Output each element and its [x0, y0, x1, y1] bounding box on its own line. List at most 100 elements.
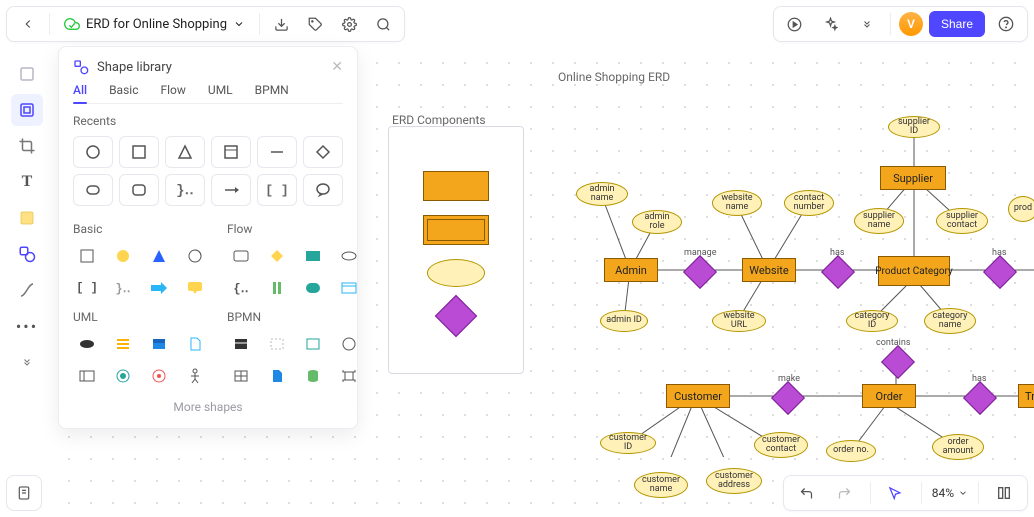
attr-customer-name[interactable]: customer name: [634, 472, 688, 498]
entity-website[interactable]: Website: [742, 258, 796, 282]
attr-category-id[interactable]: category ID: [846, 310, 898, 332]
tool-template[interactable]: [11, 58, 43, 90]
tool-sticky[interactable]: [11, 202, 43, 234]
attr-customer-id[interactable]: customer ID: [600, 432, 656, 454]
undo-button[interactable]: [792, 478, 822, 508]
shp-p2[interactable]: [263, 332, 291, 356]
shape-rounded[interactable]: [73, 174, 113, 206]
shp-p3[interactable]: [299, 332, 327, 356]
comp-attribute[interactable]: [427, 259, 485, 287]
tool-shapes[interactable]: [11, 238, 43, 270]
comp-relationship[interactable]: [435, 295, 477, 337]
shp-f5[interactable]: {‥: [227, 276, 255, 300]
tool-text[interactable]: T: [11, 166, 43, 198]
attr-customer-contact[interactable]: customer contact: [754, 432, 808, 458]
shp-b4[interactable]: [181, 244, 209, 268]
shp-b3[interactable]: [145, 244, 173, 268]
more-shapes[interactable]: More shapes: [73, 400, 343, 414]
entity-supplier[interactable]: Supplier: [880, 166, 946, 190]
shp-f8[interactable]: [335, 276, 363, 300]
shape-square[interactable]: [119, 136, 159, 168]
shape-triangle[interactable]: [165, 136, 205, 168]
search-button[interactable]: [368, 9, 398, 39]
zoom-control[interactable]: 84%: [932, 486, 968, 500]
entity-admin[interactable]: Admin: [604, 258, 658, 282]
minimap-button[interactable]: [989, 478, 1019, 508]
shp-b7[interactable]: [145, 276, 173, 300]
play-button[interactable]: [780, 9, 810, 39]
shp-f4[interactable]: [335, 244, 363, 268]
entity-order[interactable]: Order: [862, 384, 916, 408]
attr-admin-id[interactable]: admin ID: [600, 310, 648, 332]
shp-u1[interactable]: [73, 332, 101, 356]
close-icon[interactable]: ✕: [331, 59, 343, 75]
tool-more[interactable]: •••: [11, 310, 43, 342]
entity-transaction[interactable]: Tr: [1018, 384, 1034, 408]
attr-category-name[interactable]: category name: [924, 308, 976, 334]
shp-p1[interactable]: [227, 332, 255, 356]
tab-basic[interactable]: Basic: [109, 83, 138, 97]
shp-p5[interactable]: [227, 364, 255, 388]
shp-b5[interactable]: [ ]: [73, 276, 101, 300]
attr-prod[interactable]: prod: [1008, 196, 1034, 222]
attr-website-name[interactable]: website name: [712, 190, 762, 216]
attr-customer-address[interactable]: customer address: [706, 468, 762, 494]
shape-speech[interactable]: [303, 174, 343, 206]
shp-p6[interactable]: [263, 364, 291, 388]
attr-website-url[interactable]: website URL: [712, 310, 766, 332]
shp-u5[interactable]: [73, 364, 101, 388]
attr-admin-name[interactable]: admin name: [576, 182, 628, 206]
pages-button[interactable]: [6, 475, 42, 511]
shape-brackets[interactable]: [ ]: [257, 174, 297, 206]
comp-entity[interactable]: [423, 171, 489, 201]
document-title[interactable]: ERD for Online Shopping: [56, 16, 253, 32]
help-button[interactable]: [991, 9, 1021, 39]
attr-order-amount[interactable]: order amount: [932, 434, 984, 460]
pointer-tool[interactable]: [881, 478, 911, 508]
shape-line[interactable]: [257, 136, 297, 168]
tool-frame[interactable]: [11, 94, 43, 126]
shp-u6[interactable]: [109, 364, 137, 388]
avatar[interactable]: V: [899, 12, 923, 36]
settings-button[interactable]: [334, 9, 364, 39]
tab-bpmn[interactable]: BPMN: [255, 83, 289, 97]
attr-contact-number[interactable]: contact number: [784, 190, 834, 216]
entity-customer[interactable]: Customer: [666, 384, 730, 408]
shp-u3[interactable]: [145, 332, 173, 356]
shp-b2[interactable]: [109, 244, 137, 268]
tag-button[interactable]: [300, 9, 330, 39]
attr-supplier-name[interactable]: supplier name: [854, 208, 904, 234]
shp-f2[interactable]: [263, 244, 291, 268]
entity-product-category[interactable]: Product Category: [878, 256, 950, 286]
shp-b8[interactable]: [181, 276, 209, 300]
shape-roundrect[interactable]: [119, 174, 159, 206]
shp-f6[interactable]: [263, 276, 291, 300]
sparkle-button[interactable]: [816, 9, 846, 39]
shp-f1[interactable]: [227, 244, 255, 268]
shp-u7[interactable]: [145, 364, 173, 388]
attr-order-no[interactable]: order no.: [826, 440, 876, 462]
back-button[interactable]: [13, 9, 43, 39]
comp-weak-entity[interactable]: [423, 215, 489, 245]
download-button[interactable]: [266, 9, 296, 39]
shape-circle[interactable]: [73, 136, 113, 168]
tool-collapse[interactable]: [11, 346, 43, 378]
share-button[interactable]: Share: [929, 11, 985, 37]
tab-all[interactable]: All: [73, 83, 87, 97]
shape-arrow[interactable]: [211, 174, 251, 206]
shp-f7[interactable]: [299, 276, 327, 300]
shp-u2[interactable]: [109, 332, 137, 356]
redo-button[interactable]: [830, 478, 860, 508]
attr-admin-role[interactable]: admin role: [632, 210, 682, 234]
shape-container[interactable]: [211, 136, 251, 168]
shp-u4[interactable]: [181, 332, 209, 356]
expand-button[interactable]: [852, 9, 882, 39]
shp-p4[interactable]: [335, 332, 363, 356]
shp-u8[interactable]: [181, 364, 209, 388]
tool-connector[interactable]: [11, 274, 43, 306]
shp-p8[interactable]: [335, 364, 363, 388]
shp-f3[interactable]: [299, 244, 327, 268]
shp-p7[interactable]: [299, 364, 327, 388]
tab-uml[interactable]: UML: [208, 83, 233, 97]
attr-supplier-contact[interactable]: supplier contact: [936, 208, 988, 234]
